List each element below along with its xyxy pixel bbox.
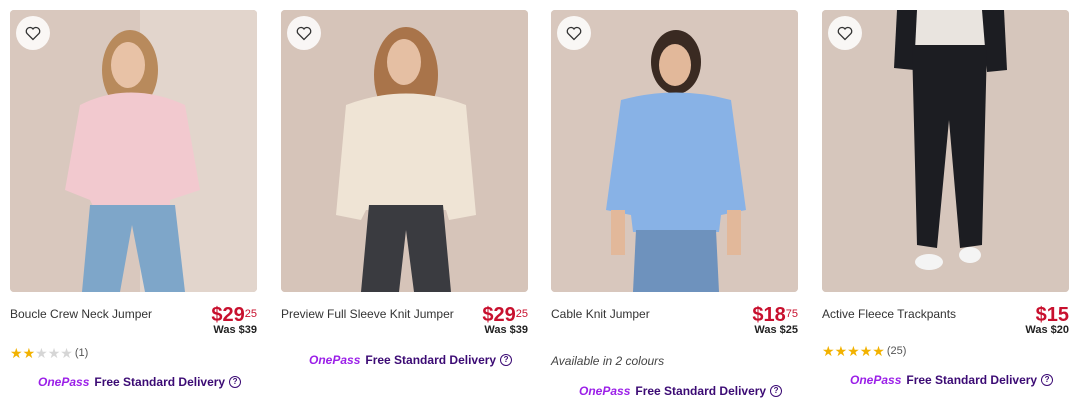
price-cents: 25 [244, 308, 257, 320]
review-count: (25) [886, 345, 907, 357]
review-count: (1) [74, 347, 89, 359]
product-name[interactable]: Preview Full Sleeve Knit Jumper [281, 307, 471, 321]
wishlist-heart-button[interactable] [557, 16, 591, 50]
product-image[interactable] [551, 10, 798, 292]
product-name[interactable]: Boucle Crew Neck Jumper [10, 307, 200, 321]
product-price: $15 [1036, 305, 1069, 325]
heart-icon [566, 26, 582, 40]
wishlist-heart-button[interactable] [16, 16, 50, 50]
availability-text: Available in 2 colours [551, 354, 665, 368]
price-dollars: $15 [1035, 304, 1069, 326]
delivery-text: Free Standard Delivery [906, 373, 1038, 387]
onepass-logo: OnePass [579, 384, 631, 398]
onepass-delivery[interactable]: OnePass Free Standard Delivery ? [38, 375, 242, 389]
onepass-logo: OnePass [850, 373, 902, 387]
onepass-logo: OnePass [38, 375, 90, 389]
help-icon[interactable]: ? [1041, 374, 1054, 386]
was-price: Was $25 [754, 324, 798, 336]
price-dollars: $18 [752, 304, 786, 326]
star-rating[interactable]: ★ ★ ★ ★ ★ (25) [822, 344, 906, 358]
heart-icon [837, 26, 853, 40]
price-cents: 75 [785, 308, 798, 320]
product-name[interactable]: Cable Knit Jumper [551, 307, 741, 321]
product-card[interactable]: Preview Full Sleeve Knit Jumper $2925 Wa… [281, 10, 528, 415]
star-icon: ★ [859, 343, 873, 359]
onepass-delivery[interactable]: OnePass Free Standard Delivery ? [309, 353, 513, 367]
product-image[interactable] [10, 10, 257, 292]
delivery-text: Free Standard Delivery [635, 384, 767, 398]
wishlist-heart-button[interactable] [828, 16, 862, 50]
star-icon: ★ [10, 345, 23, 361]
help-icon[interactable]: ? [500, 354, 513, 366]
product-card[interactable]: Boucle Crew Neck Jumper $2925 Was $39 ★ … [10, 10, 257, 415]
help-icon[interactable]: ? [770, 385, 783, 397]
heart-icon [25, 26, 41, 40]
heart-icon [296, 26, 312, 40]
wishlist-heart-button[interactable] [287, 16, 321, 50]
price-dollars: $29 [211, 304, 245, 326]
onepass-delivery[interactable]: OnePass Free Standard Delivery ? [850, 373, 1054, 387]
was-price: Was $20 [1025, 324, 1069, 336]
was-price: Was $39 [484, 324, 528, 336]
product-card[interactable]: Active Fleece Trackpants $15 Was $20 ★ ★… [822, 10, 1069, 415]
star-icon: ★ [872, 343, 885, 359]
delivery-text: Free Standard Delivery [365, 353, 497, 367]
onepass-delivery[interactable]: OnePass Free Standard Delivery ? [579, 384, 783, 398]
product-image[interactable] [822, 10, 1069, 292]
price-cents: 25 [515, 308, 528, 320]
product-image[interactable] [281, 10, 528, 292]
product-card[interactable]: Cable Knit Jumper $1875 Was $25 Availabl… [551, 10, 798, 415]
help-icon[interactable]: ? [229, 376, 242, 388]
star-icon: ★ [35, 345, 48, 361]
product-price: $1875 [752, 305, 798, 325]
product-name[interactable]: Active Fleece Trackpants [822, 307, 1012, 321]
onepass-logo: OnePass [309, 353, 361, 367]
star-icon: ★ [847, 343, 860, 359]
star-icon: ★ [47, 345, 61, 361]
star-icon: ★ [22, 345, 36, 361]
star-icon: ★ [60, 345, 73, 361]
was-price: Was $39 [213, 324, 257, 336]
product-price: $2925 [211, 305, 257, 325]
star-icon: ★ [822, 343, 835, 359]
price-dollars: $29 [482, 304, 516, 326]
product-price: $2925 [482, 305, 528, 325]
delivery-text: Free Standard Delivery [94, 375, 226, 389]
star-icon: ★ [834, 343, 848, 359]
star-rating[interactable]: ★ ★ ★ ★ ★ (1) [10, 346, 88, 360]
